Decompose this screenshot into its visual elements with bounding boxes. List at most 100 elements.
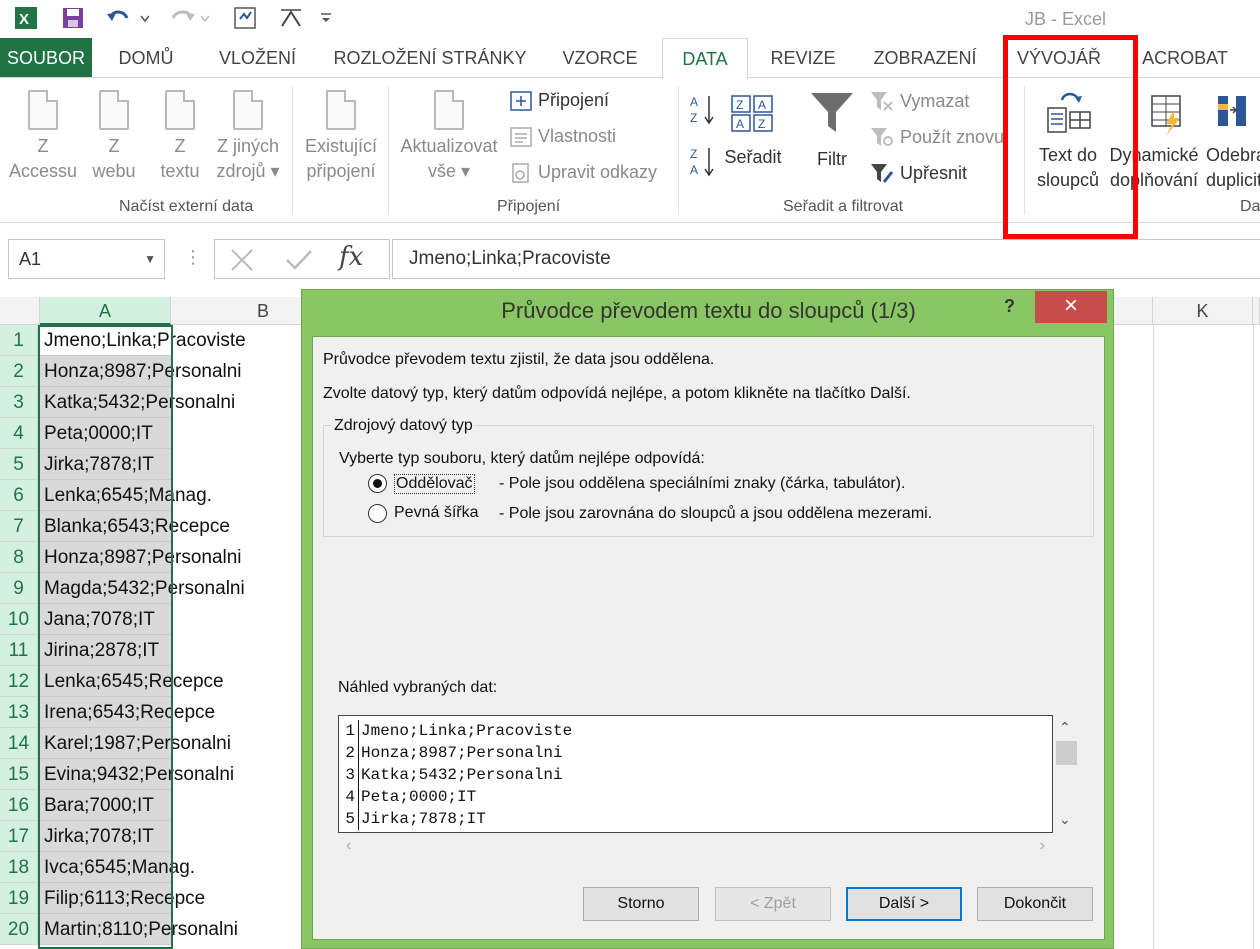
cell-a[interactable]: Filip;6113;Recepce bbox=[40, 883, 205, 914]
remove-duplicates-button[interactable]: Odebrat duplicity bbox=[1206, 90, 1260, 193]
next-button[interactable]: Další > bbox=[846, 887, 962, 921]
cell-a[interactable]: Honza;8987;Personalni bbox=[40, 542, 242, 573]
qat-customize-icon[interactable] bbox=[316, 4, 336, 32]
cell-a[interactable]: Peta;0000;IT bbox=[40, 418, 171, 449]
custom-qat-icon[interactable] bbox=[276, 4, 306, 32]
cancel-button[interactable]: Storno bbox=[583, 887, 699, 921]
cell-a[interactable]: Blanka;6543;Recepce bbox=[40, 511, 230, 542]
row-header[interactable]: 3 bbox=[0, 387, 38, 418]
sort-az-button[interactable]: AZ bbox=[688, 92, 718, 135]
row-header[interactable]: 16 bbox=[0, 790, 38, 821]
advanced-filter-button[interactable]: Upřesnit bbox=[870, 162, 967, 184]
close-button[interactable]: × bbox=[1035, 291, 1107, 323]
preview-horizontal-scrollbar[interactable]: ‹ › bbox=[338, 833, 1053, 861]
row-header[interactable]: 18 bbox=[0, 852, 38, 883]
tab-vzorce[interactable]: VZORCE bbox=[550, 38, 650, 78]
fixed-width-radio[interactable] bbox=[368, 504, 387, 523]
tab-zobrazeni[interactable]: ZOBRAZENÍ bbox=[862, 38, 988, 78]
row-header[interactable]: 6 bbox=[0, 480, 38, 511]
tab-vlozeni[interactable]: VLOŽENÍ bbox=[205, 38, 310, 78]
from-access-button[interactable]: Z Accessu bbox=[4, 90, 82, 184]
tab-revize[interactable]: REVIZE bbox=[762, 38, 844, 78]
cancel-icon[interactable] bbox=[229, 248, 255, 272]
from-web-button[interactable]: Z webu bbox=[86, 90, 142, 184]
row-header[interactable]: 17 bbox=[0, 821, 38, 852]
cell-a[interactable]: Jirka;7878;IT bbox=[40, 449, 171, 480]
column-header-k[interactable]: K bbox=[1153, 297, 1253, 325]
row-header[interactable]: 8 bbox=[0, 542, 38, 573]
tab-data[interactable]: DATA bbox=[662, 38, 748, 79]
refresh-all-button[interactable]: Aktualizovat vše ▾ bbox=[396, 90, 502, 184]
row-header[interactable]: 19 bbox=[0, 883, 38, 914]
delimited-label[interactable]: Oddělovač bbox=[394, 474, 475, 494]
sort-za-button[interactable]: ZA bbox=[688, 144, 718, 187]
scroll-right-icon[interactable]: › bbox=[1040, 837, 1045, 855]
name-box[interactable]: A1 ▼ bbox=[8, 239, 165, 279]
cell-a[interactable]: Martin;8110;Personalni bbox=[40, 914, 238, 945]
edit-links-button[interactable]: Upravit odkazy bbox=[510, 162, 657, 183]
select-all-corner[interactable] bbox=[0, 297, 40, 325]
sort-button[interactable]: ZAAZ Seřadit bbox=[722, 94, 784, 170]
tab-domu[interactable]: DOMŮ bbox=[100, 38, 192, 78]
refresh-icon[interactable] bbox=[230, 4, 260, 32]
undo-icon[interactable] bbox=[102, 4, 152, 32]
cell-a[interactable]: Lenka;6545;Manag. bbox=[40, 480, 212, 511]
more-options-icon[interactable]: ⋮ bbox=[184, 247, 202, 268]
cell-a[interactable]: Karel;1987;Personalni bbox=[40, 728, 231, 759]
row-header[interactable]: 1 bbox=[0, 325, 38, 356]
existing-connections-button[interactable]: Existující připojení bbox=[300, 90, 382, 184]
enter-icon[interactable] bbox=[285, 248, 313, 272]
row-header[interactable]: 12 bbox=[0, 666, 38, 697]
cell-a[interactable]: Ivca;6545;Manag. bbox=[40, 852, 195, 883]
delimited-radio[interactable] bbox=[368, 474, 387, 493]
tab-rozlozeni-stranky[interactable]: ROZLOŽENÍ STRÁNKY bbox=[325, 38, 535, 78]
cell-a[interactable]: Lenka;6545;Recepce bbox=[40, 666, 224, 697]
filter-button[interactable]: Filtr bbox=[804, 90, 860, 172]
row-header[interactable]: 14 bbox=[0, 728, 38, 759]
row-header[interactable]: 9 bbox=[0, 573, 38, 604]
cell-a[interactable]: Magda;5432;Personalni bbox=[40, 573, 245, 604]
scroll-left-icon[interactable]: ‹ bbox=[346, 837, 351, 855]
scroll-down-icon[interactable]: ⌄ bbox=[1059, 811, 1071, 828]
row-header[interactable]: 20 bbox=[0, 914, 38, 945]
connections-button[interactable]: Připojení bbox=[510, 90, 609, 111]
tab-acrobat[interactable]: ACROBAT bbox=[1130, 38, 1240, 78]
function-icon[interactable]: fx bbox=[339, 242, 363, 272]
save-icon[interactable] bbox=[58, 4, 88, 32]
reapply-button[interactable]: Použít znovu bbox=[870, 126, 1004, 148]
clear-button[interactable]: Vymazat bbox=[870, 90, 969, 112]
cell-a[interactable]: Irena;6543;Recepce bbox=[40, 697, 215, 728]
row-header[interactable]: 2 bbox=[0, 356, 38, 387]
redo-icon[interactable] bbox=[162, 4, 212, 32]
properties-button[interactable]: Vlastnosti bbox=[510, 126, 616, 147]
cell-a[interactable]: Honza;8987;Personalni bbox=[40, 356, 242, 387]
row-header[interactable]: 7 bbox=[0, 511, 38, 542]
scroll-up-icon[interactable]: ⌃ bbox=[1059, 719, 1071, 736]
finish-button[interactable]: Dokončit bbox=[977, 887, 1093, 921]
from-other-sources-button[interactable]: Z jiných zdrojů ▾ bbox=[212, 90, 284, 184]
help-button[interactable]: ? bbox=[1004, 296, 1015, 317]
cell-a[interactable]: Jirina;2878;IT bbox=[40, 635, 171, 666]
preview-vertical-scrollbar[interactable]: ⌃ ⌄ bbox=[1053, 715, 1081, 833]
tab-soubor[interactable]: SOUBOR bbox=[0, 38, 92, 78]
cell-a[interactable]: Bara;7000;IT bbox=[40, 790, 171, 821]
cell-a[interactable]: Jirka;7078;IT bbox=[40, 821, 171, 852]
row-header[interactable]: 15 bbox=[0, 759, 38, 790]
back-button[interactable]: < Zpět bbox=[715, 887, 831, 921]
chevron-down-icon[interactable]: ▼ bbox=[144, 240, 156, 278]
formula-input[interactable]: Jmeno;Linka;Pracoviste bbox=[392, 239, 1260, 279]
cell-a[interactable]: Evina;9432;Personalni bbox=[40, 759, 234, 790]
cell-a[interactable]: Katka;5432;Personalni bbox=[40, 387, 235, 418]
column-header-a[interactable]: A bbox=[40, 297, 171, 325]
fixed-width-label[interactable]: Pevná šířka bbox=[394, 504, 478, 522]
cell-a[interactable]: Jmeno;Linka;Pracoviste bbox=[40, 325, 246, 356]
row-header[interactable]: 4 bbox=[0, 418, 38, 449]
row-header[interactable]: 11 bbox=[0, 635, 38, 666]
row-header[interactable]: 13 bbox=[0, 697, 38, 728]
cell-a[interactable]: Jana;7078;IT bbox=[40, 604, 171, 635]
data-preview[interactable]: 1 Jmeno;Linka;Pracoviste 2 Honza;8987;Perso… bbox=[338, 715, 1053, 833]
from-text-button[interactable]: Z textu bbox=[152, 90, 208, 184]
row-header[interactable]: 5 bbox=[0, 449, 38, 480]
column-header-l[interactable] bbox=[1253, 297, 1260, 325]
row-header[interactable]: 10 bbox=[0, 604, 38, 635]
